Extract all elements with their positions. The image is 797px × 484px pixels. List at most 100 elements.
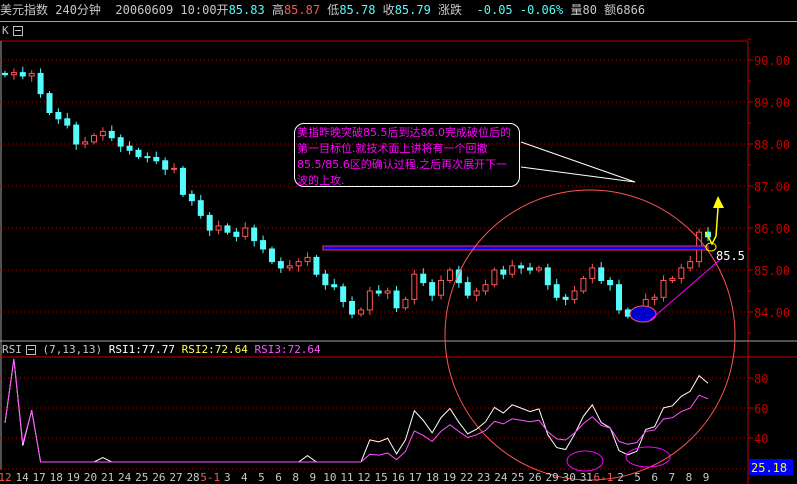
candle	[19, 66, 26, 80]
price-tick-label: 84.00	[754, 306, 790, 320]
candle-body	[64, 118, 71, 126]
candle	[179, 165, 186, 197]
candle-body	[402, 298, 409, 309]
candles	[2, 66, 711, 322]
candle	[82, 136, 89, 149]
rsi-params: (7,13,13)	[42, 343, 103, 356]
candle	[598, 262, 605, 284]
candle-body	[215, 225, 222, 231]
x-axis-label: 14	[15, 471, 29, 484]
chart-canvas[interactable]: 90.00 89.00 88.00 87.00 86.00 85.00 84.00 80 60 4…	[0, 0, 797, 484]
annotation-callout: 美指昨晚突破85.5后到达86.0完成破位后的 第一目标位.就技术面上讲将有一个…	[294, 123, 520, 187]
x-axis-label: 10	[323, 471, 336, 484]
collapse-icon[interactable]	[25, 345, 36, 355]
candle	[366, 286, 373, 315]
candle	[651, 293, 658, 306]
price-tick-label: 88.00	[754, 138, 790, 152]
candle	[135, 147, 142, 160]
annotation-line: 85.5/85.6区的确认过程.之后再次展开下一	[297, 158, 508, 171]
x-axis-label: 28	[186, 471, 199, 484]
price-tick-label: 85.00	[754, 264, 790, 278]
candle	[268, 246, 275, 265]
candle-body	[535, 267, 542, 271]
x-axis-label: 18	[426, 471, 439, 484]
price-tick-label: 87.00	[754, 180, 790, 194]
candle	[55, 108, 62, 124]
x-axis-label: 19	[443, 471, 456, 484]
candle-body	[224, 225, 231, 233]
candle-body	[286, 265, 293, 269]
candle-body	[429, 282, 436, 296]
candle	[260, 235, 267, 254]
candle	[144, 152, 151, 163]
candle-body	[553, 284, 560, 298]
candle	[206, 212, 213, 236]
candle-body	[144, 156, 151, 159]
x-axis-label: 8	[292, 471, 299, 484]
candle	[73, 121, 80, 150]
x-axis-label: 21	[101, 471, 114, 484]
x-axis-label: 8	[686, 471, 693, 484]
x-axis-label: 17	[33, 471, 46, 484]
candle-body	[171, 167, 178, 170]
x-axis-label: 25	[135, 471, 148, 484]
candle-body	[179, 167, 186, 195]
x-axis-label: 26	[528, 471, 541, 484]
rsi-tick-label: 40	[754, 432, 768, 446]
rsi-header: RSI (7,13,13) RSI1:77.77 RSI2:72.64 RSI3…	[2, 343, 321, 356]
candle-body	[509, 265, 516, 275]
candle	[509, 259, 516, 278]
x-axis-label: 17	[409, 471, 422, 484]
x-axis-label: 18	[50, 471, 63, 484]
rsi1-line	[4, 358, 709, 463]
candle-body	[188, 193, 195, 202]
candle	[171, 163, 178, 174]
candle-body	[19, 72, 26, 77]
rsi3-value: RSI3:72.64	[254, 343, 321, 356]
annotation-line: 美指昨晚突破85.5后到达86.0完成破位后的	[297, 126, 511, 139]
candle-body	[304, 256, 311, 263]
candle-body	[90, 135, 97, 143]
candle	[28, 70, 35, 82]
candle-body	[660, 280, 667, 298]
candle-body	[473, 290, 480, 296]
candle	[687, 255, 694, 272]
candle-body	[357, 309, 364, 315]
candle	[357, 307, 364, 317]
candle-body	[295, 261, 302, 267]
x-axis-label: 24	[118, 471, 132, 484]
x-axis-label: 19	[67, 471, 80, 484]
candle-body	[375, 290, 382, 294]
candle	[491, 267, 498, 288]
candle	[322, 270, 329, 290]
candle	[589, 263, 596, 284]
x-axis-label: 4	[241, 471, 248, 484]
candle-body	[277, 261, 284, 269]
candle	[153, 151, 160, 165]
x-axis-label: 26	[152, 471, 165, 484]
rsi-low-ellipse	[625, 446, 671, 468]
candle	[108, 125, 115, 142]
candle-body	[268, 248, 275, 263]
candle	[678, 263, 685, 284]
rsi-tick-label: 80	[754, 372, 768, 386]
candle-body	[46, 93, 53, 113]
candle	[411, 270, 418, 305]
candle	[544, 263, 551, 290]
candle	[393, 285, 400, 312]
x-axis-label: 5	[634, 471, 641, 484]
candle-body	[527, 267, 534, 271]
candle-body	[340, 286, 347, 302]
candle	[420, 268, 427, 286]
x-axis-label: 16	[392, 471, 405, 484]
candle-body	[366, 290, 373, 311]
price-tick-label: 90.00	[754, 54, 790, 68]
candle-body	[322, 273, 329, 286]
candle-body	[616, 284, 623, 311]
candle-body	[446, 269, 453, 281]
candle-body	[678, 267, 685, 279]
x-axis-label: 6	[275, 471, 282, 484]
candle-body	[384, 290, 391, 294]
x-axis-label: 15	[375, 471, 388, 484]
candle-body	[37, 72, 44, 95]
